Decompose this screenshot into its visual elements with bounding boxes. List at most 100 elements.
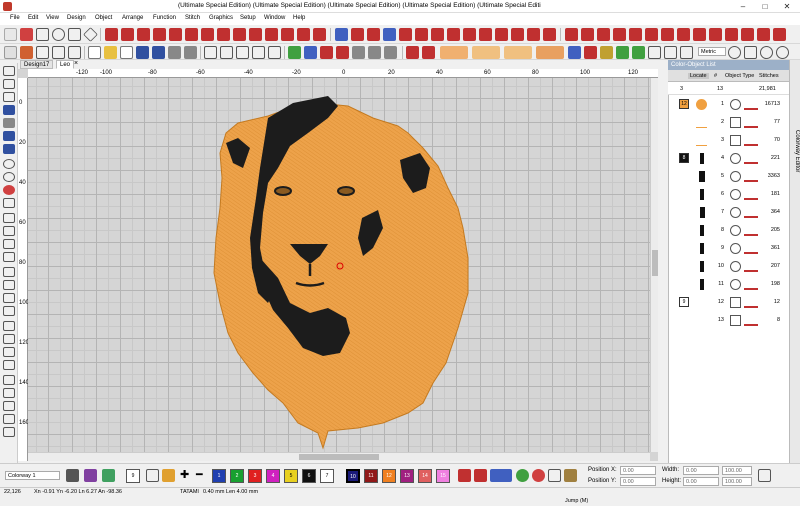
run-icon[interactable] bbox=[169, 28, 182, 41]
chenille-icon[interactable] bbox=[495, 28, 508, 41]
outlines-icon[interactable] bbox=[741, 28, 754, 41]
outline-flag-icon[interactable] bbox=[422, 46, 435, 59]
join-icon[interactable] bbox=[693, 28, 706, 41]
colorway-select[interactable]: Colorway 1 bbox=[5, 471, 60, 480]
undo-icon[interactable] bbox=[252, 46, 265, 59]
colorway-swatch-icon[interactable] bbox=[66, 469, 79, 482]
hand-pan-icon[interactable] bbox=[3, 360, 15, 370]
menu-help[interactable]: Help bbox=[293, 15, 305, 21]
position-y-input[interactable]: 0.00 bbox=[620, 477, 656, 486]
color-group-badge[interactable]: 12 bbox=[679, 99, 689, 109]
show-hoop-icon[interactable] bbox=[368, 46, 381, 59]
palette-swatch[interactable]: 5 bbox=[284, 469, 298, 483]
units-dropdown[interactable]: Metric bbox=[698, 47, 726, 56]
paint-bucket-icon[interactable] bbox=[162, 469, 175, 482]
tab-design17[interactable]: Design17 bbox=[20, 60, 54, 69]
grid-snap-icon[interactable] bbox=[744, 46, 757, 59]
heart-draw-icon[interactable] bbox=[3, 306, 15, 316]
snap-icon[interactable] bbox=[728, 46, 741, 59]
zoom-tool-icon[interactable] bbox=[3, 375, 15, 385]
rectangle-draw-icon[interactable] bbox=[3, 267, 15, 277]
circle-fill-icon[interactable] bbox=[527, 28, 540, 41]
menu-window[interactable]: Window bbox=[264, 15, 285, 21]
knife-icon[interactable] bbox=[709, 28, 722, 41]
spiral-fill-icon[interactable] bbox=[431, 28, 444, 41]
color-sort-icon[interactable] bbox=[532, 469, 545, 482]
cross-stitch-icon[interactable] bbox=[479, 28, 492, 41]
menu-design[interactable]: Design bbox=[67, 15, 86, 21]
minimize-button[interactable]: – bbox=[732, 1, 754, 12]
horizontal-scroll-thumb[interactable] bbox=[299, 454, 379, 460]
width-input[interactable]: 0.00 bbox=[683, 466, 719, 475]
horizontal-scrollbar[interactable] bbox=[28, 452, 650, 461]
exe-icon[interactable] bbox=[490, 469, 512, 482]
monogram-icon[interactable] bbox=[249, 28, 262, 41]
shape-4-icon[interactable] bbox=[536, 46, 564, 59]
cut-icon[interactable] bbox=[204, 46, 217, 59]
monogram-tool-icon[interactable] bbox=[3, 131, 15, 141]
auto-digitize-icon[interactable] bbox=[367, 28, 380, 41]
home-icon[interactable] bbox=[4, 28, 17, 41]
radial-fill-icon[interactable] bbox=[447, 28, 460, 41]
trapunto-icon[interactable] bbox=[645, 28, 658, 41]
lettering-icon[interactable] bbox=[233, 28, 246, 41]
settings-icon[interactable] bbox=[760, 46, 773, 59]
circle-draw-icon[interactable] bbox=[3, 159, 15, 169]
palette-swatch[interactable]: 4 bbox=[266, 469, 280, 483]
menu-file[interactable]: File bbox=[10, 15, 20, 21]
polyline-select-icon[interactable] bbox=[3, 92, 15, 102]
list-item[interactable]: 9 361 bbox=[668, 240, 789, 257]
design-info-icon[interactable] bbox=[304, 46, 317, 59]
scroll-palette-icon[interactable] bbox=[458, 469, 471, 482]
point-icon[interactable] bbox=[3, 226, 15, 236]
list-item[interactable]: 13 8 bbox=[668, 312, 789, 329]
shape-1-icon[interactable] bbox=[440, 46, 468, 59]
eraser-icon[interactable] bbox=[3, 347, 15, 357]
palette-swatch[interactable]: 14 bbox=[418, 469, 432, 483]
curve-draw-icon[interactable] bbox=[3, 252, 15, 262]
hoop-icon[interactable] bbox=[4, 46, 17, 59]
shape-tool-icon[interactable] bbox=[68, 28, 81, 41]
palette-swatch[interactable]: 7 bbox=[320, 469, 334, 483]
list-item[interactable]: 3 70 bbox=[668, 132, 789, 149]
palette-swatch[interactable]: 12 bbox=[382, 469, 396, 483]
kaleido-icon[interactable] bbox=[581, 28, 594, 41]
color-blend-icon[interactable] bbox=[474, 469, 487, 482]
print-icon[interactable] bbox=[168, 46, 181, 59]
menu-edit[interactable]: Edit bbox=[28, 15, 38, 21]
color-icon[interactable] bbox=[600, 46, 613, 59]
color-photo-stitch-icon[interactable] bbox=[351, 28, 364, 41]
list-item[interactable]: 6 181 bbox=[668, 186, 789, 203]
satin-icon[interactable] bbox=[121, 28, 134, 41]
copy-icon[interactable] bbox=[220, 46, 233, 59]
shape-2-icon[interactable] bbox=[472, 46, 500, 59]
menu-function[interactable]: Function bbox=[153, 15, 176, 21]
line-draw-icon[interactable] bbox=[3, 239, 15, 249]
width-percent-input[interactable]: 100.00 bbox=[722, 466, 752, 475]
knife-tool-icon[interactable] bbox=[3, 321, 15, 331]
polygon-draw-icon[interactable] bbox=[3, 280, 15, 290]
list-item[interactable]: 5 3363 bbox=[668, 168, 789, 185]
offsets-icon[interactable] bbox=[757, 28, 770, 41]
reshape-arrow-icon[interactable] bbox=[3, 79, 15, 89]
measure-icon[interactable] bbox=[648, 46, 661, 59]
triple-run-icon[interactable] bbox=[185, 28, 198, 41]
print-preview-icon[interactable] bbox=[184, 46, 197, 59]
reshape-icon[interactable] bbox=[36, 46, 49, 59]
tatami-icon[interactable] bbox=[137, 28, 150, 41]
split-icon[interactable] bbox=[677, 28, 690, 41]
color-grid-icon[interactable] bbox=[84, 469, 97, 482]
menu-setup[interactable]: Setup bbox=[240, 15, 256, 21]
remove-overlaps-icon[interactable] bbox=[725, 28, 738, 41]
product-icon[interactable] bbox=[632, 46, 645, 59]
redo-icon[interactable] bbox=[268, 46, 281, 59]
locate-button[interactable]: Locate bbox=[688, 73, 709, 79]
height-input[interactable]: 0.00 bbox=[683, 477, 719, 486]
outline-tool-icon[interactable] bbox=[36, 28, 49, 41]
motif-icon[interactable] bbox=[201, 28, 214, 41]
help-icon[interactable] bbox=[776, 46, 789, 59]
wilcom-icon[interactable] bbox=[20, 28, 33, 41]
list-item[interactable]: 9 12 12 bbox=[668, 294, 789, 311]
applique-icon[interactable] bbox=[217, 28, 230, 41]
team-names-icon[interactable] bbox=[3, 144, 15, 154]
